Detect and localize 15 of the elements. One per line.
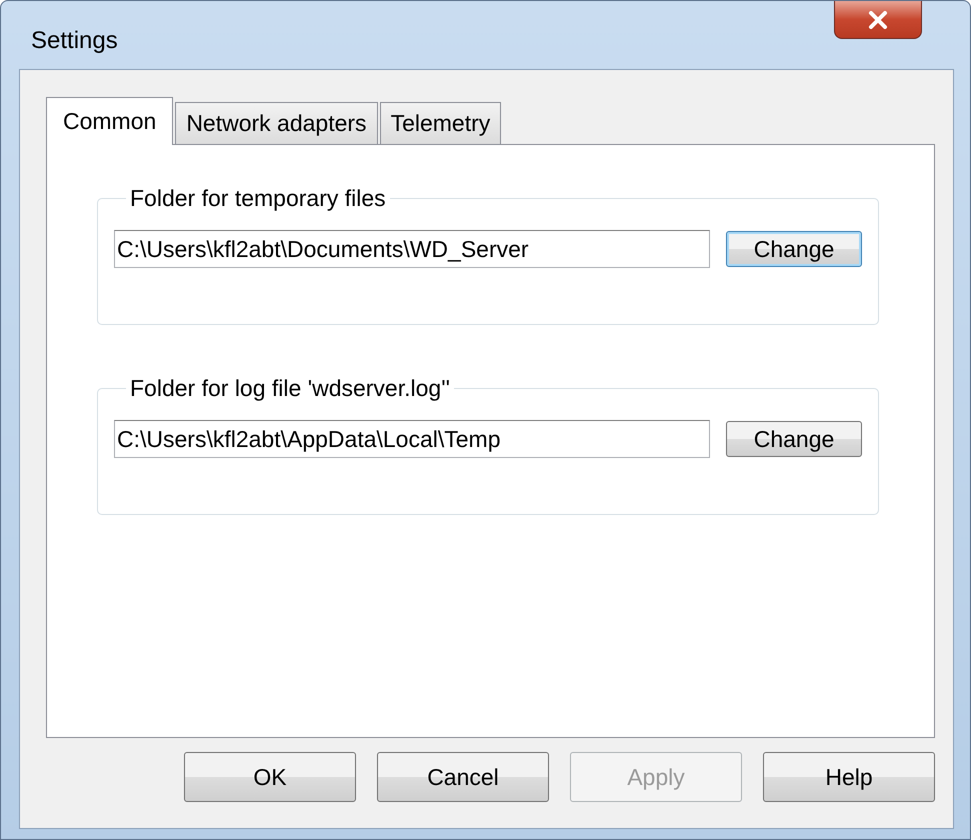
- group-label: Folder for log file 'wdserver.log'': [129, 375, 451, 402]
- change-button[interactable]: Change: [726, 231, 862, 267]
- tab[interactable]: Common: [46, 97, 174, 145]
- tab[interactable]: Network adapters: [175, 102, 378, 144]
- tab[interactable]: Telemetry: [380, 102, 502, 144]
- group-label: Folder for temporary files: [129, 185, 387, 212]
- dialog-button[interactable]: OK: [184, 752, 356, 802]
- path-field[interactable]: C:\Users\kfl2abt\AppData\Local\Temp: [114, 420, 710, 458]
- path-field[interactable]: C:\Users\kfl2abt\Documents\WD_Server: [114, 230, 710, 268]
- close-icon: [868, 10, 888, 28]
- close-button[interactable]: [834, 1, 922, 39]
- dialog-button[interactable]: Cancel: [377, 752, 549, 802]
- change-button[interactable]: Change: [726, 421, 862, 457]
- window-title: Settings: [31, 27, 118, 55]
- dialog-button[interactable]: Help: [763, 752, 935, 802]
